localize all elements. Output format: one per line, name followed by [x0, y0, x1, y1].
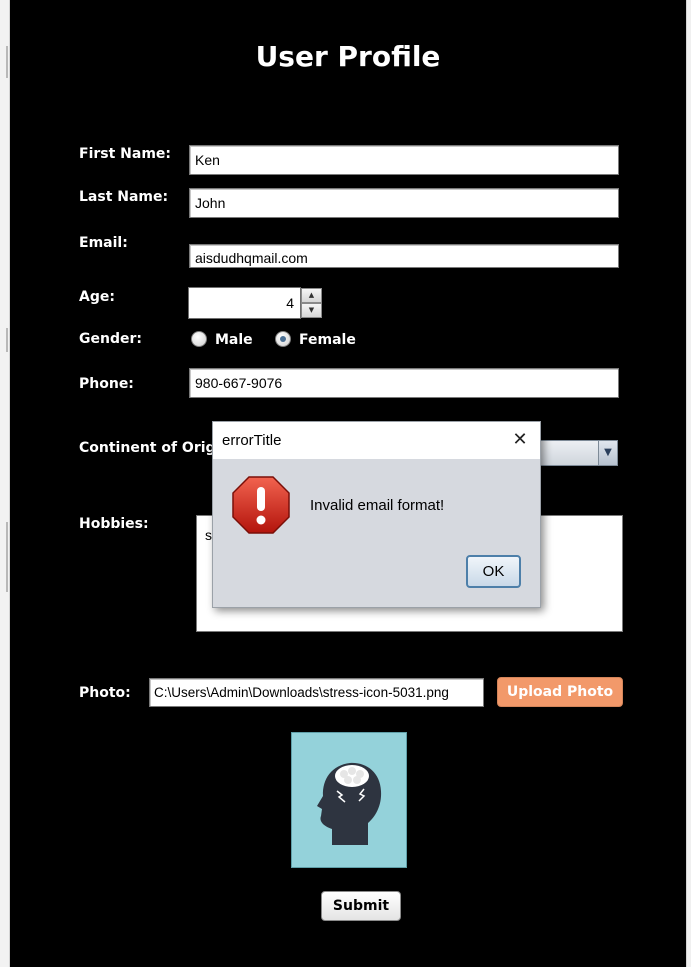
- photo-path-field[interactable]: C:\Users\Admin\Downloads\stress-icon-503…: [149, 678, 484, 707]
- gender-male-label[interactable]: Male: [215, 332, 253, 348]
- profile-photo: [291, 732, 407, 868]
- right-window-edge: [686, 0, 691, 967]
- gender-label: Gender:: [79, 331, 142, 347]
- age-label: Age:: [79, 289, 115, 305]
- submit-button[interactable]: Submit: [321, 891, 401, 921]
- last-name-field[interactable]: John: [189, 188, 619, 218]
- dialog-message: Invalid email format!: [310, 497, 445, 514]
- photo-label: Photo:: [79, 685, 131, 701]
- left-window-edge: [0, 0, 10, 967]
- age-increment-button[interactable]: ▲: [301, 288, 322, 303]
- gender-female-radio[interactable]: [275, 331, 291, 347]
- gender-female-label[interactable]: Female: [299, 332, 356, 348]
- hobbies-label: Hobbies:: [79, 516, 149, 532]
- age-decrement-button[interactable]: ▼: [301, 303, 322, 318]
- edge-mark: [6, 328, 8, 352]
- email-field[interactable]: aisdudhqmail.com: [189, 244, 619, 268]
- error-icon: [231, 475, 291, 535]
- phone-field[interactable]: 980-667-9076: [189, 368, 619, 398]
- chevron-down-icon[interactable]: ▼: [598, 441, 617, 465]
- gender-male-radio[interactable]: [191, 331, 207, 347]
- close-icon[interactable]: ✕: [512, 430, 528, 450]
- last-name-label: Last Name:: [79, 189, 169, 205]
- dialog-title: errorTitle: [222, 432, 282, 449]
- error-dialog: errorTitle ✕ Invalid email format! OK: [212, 421, 541, 608]
- phone-label: Phone:: [79, 376, 134, 392]
- continent-dropdown[interactable]: ▼: [538, 440, 618, 466]
- page-title: User Profile: [255, 40, 441, 73]
- first-name-field[interactable]: Ken: [189, 145, 619, 175]
- upload-photo-button[interactable]: Upload Photo: [497, 677, 623, 707]
- ok-button[interactable]: OK: [466, 555, 521, 588]
- edge-mark: [6, 46, 8, 78]
- first-name-label: First Name:: [79, 146, 172, 162]
- email-label: Email:: [79, 235, 128, 251]
- stress-head-icon: [317, 762, 382, 845]
- edge-mark: [6, 522, 8, 592]
- dialog-title-bar: errorTitle ✕: [213, 422, 540, 459]
- age-spinner-field[interactable]: 4: [188, 287, 301, 319]
